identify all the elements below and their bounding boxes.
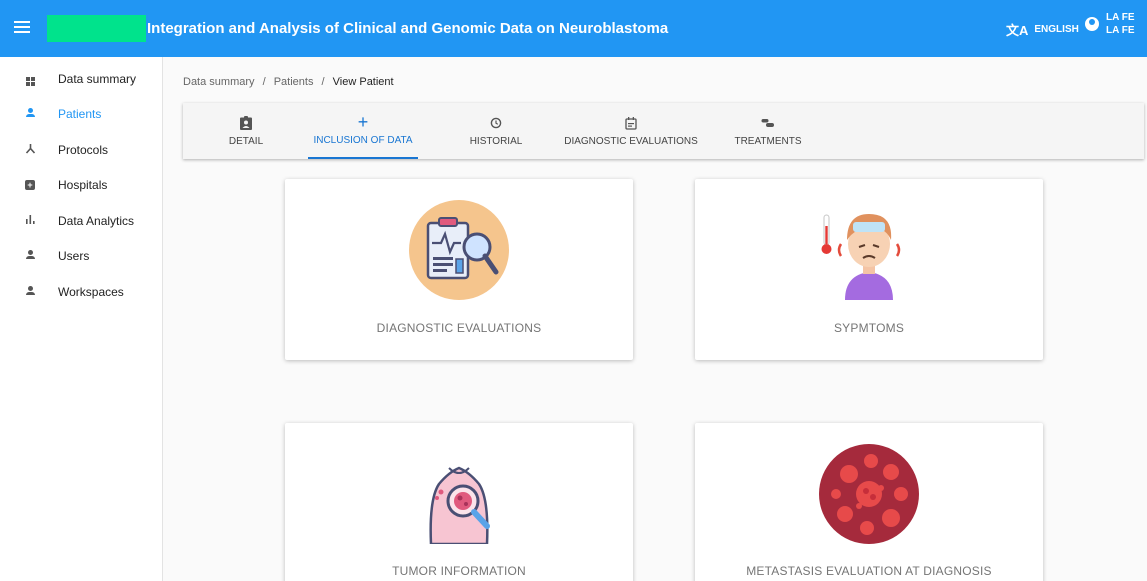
tab-label: HISTORIAL: [469, 136, 523, 147]
user-menu[interactable]: LA FE LA FE: [1085, 11, 1135, 37]
tab-diagnostic-evaluations[interactable]: DIAGNOSTIC EVALUATIONS: [561, 103, 701, 159]
tab-treatments[interactable]: TREATMENTS: [723, 103, 813, 159]
sidebar-item-patients[interactable]: Patients: [0, 97, 162, 133]
card-metastasis-evaluation[interactable]: METASTASIS EVALUATION AT DIAGNOSIS: [695, 423, 1043, 581]
person-icon: [23, 285, 37, 298]
app-logo: [47, 15, 146, 42]
person-icon: [23, 250, 37, 262]
card-title: DIAGNOSTIC EVALUATIONS: [376, 321, 542, 335]
sidebar-item-label: Patients: [58, 107, 102, 122]
translate-icon: 文A: [1006, 23, 1029, 38]
sidebar-item-hospitals[interactable]: + Hospitals: [0, 168, 162, 204]
breadcrumb-separator: /: [262, 76, 266, 88]
account-circle-icon: [1085, 17, 1099, 31]
clipboard-person-icon: [240, 115, 252, 131]
pills-icon: [761, 115, 775, 131]
person-icon: [23, 108, 37, 120]
body-tumor-icon: [429, 466, 490, 544]
sidebar-item-label: Protocols: [58, 142, 109, 157]
card-title: METASTASIS EVALUATION AT DIAGNOSIS: [746, 564, 992, 578]
calendar-icon: [625, 115, 637, 131]
card-diagnostic-evaluations[interactable]: DIAGNOSTIC EVALUATIONS: [285, 179, 633, 360]
sidebar-item-data-summary[interactable]: Data summary: [0, 61, 162, 97]
share-icon: [23, 143, 37, 157]
breadcrumb-current: View Patient: [332, 76, 394, 88]
sidebar-item-label: Hospitals: [58, 178, 108, 193]
user-names: LA FE LA FE: [1106, 11, 1135, 37]
sidebar-item-label: Data Analytics: [58, 213, 135, 228]
tab-label: INCLUSION OF DATA: [313, 135, 413, 146]
sidebar-item-label: Workspaces: [58, 284, 124, 299]
user-name-line2: LA FE: [1106, 25, 1135, 36]
sidebar-item-label: Data summary: [58, 71, 137, 86]
language-label: ENGLISH: [1034, 24, 1079, 35]
hamburger-menu-icon[interactable]: [12, 18, 32, 38]
card-title: TUMOR INFORMATION: [392, 564, 526, 578]
card-symptoms[interactable]: SYPMTOMS: [695, 179, 1043, 360]
patient-tabs: DETAIL + INCLUSION OF DATA HISTORIAL DIA…: [183, 103, 1144, 159]
top-app-bar: Integration and Analysis of Clinical and…: [0, 0, 1147, 57]
breadcrumb: Data summary / Patients / View Patient: [183, 76, 394, 88]
app-title: Integration and Analysis of Clinical and…: [147, 20, 669, 37]
breadcrumb-data-summary[interactable]: Data summary: [183, 76, 255, 88]
metastasis-cells-icon: [819, 444, 919, 544]
dashboard-icon: [23, 72, 37, 86]
breadcrumb-patients[interactable]: Patients: [274, 76, 314, 88]
bar-chart-icon: [23, 214, 37, 227]
card-title: SYPMTOMS: [833, 321, 905, 335]
sidebar: Data summary Patients Protocols + Hospit…: [0, 57, 163, 581]
tab-label: DETAIL: [228, 136, 264, 147]
card-tumor-information[interactable]: TUMOR INFORMATION: [285, 423, 633, 581]
sidebar-item-workspaces[interactable]: Workspaces: [0, 274, 162, 310]
user-name-line1: LA FE: [1106, 12, 1135, 23]
tab-detail[interactable]: DETAIL: [201, 103, 291, 159]
plus-icon: +: [357, 111, 369, 132]
hospital-icon: +: [23, 179, 37, 191]
sidebar-item-label: Users: [58, 249, 90, 264]
tab-historial[interactable]: HISTORIAL: [451, 103, 541, 159]
history-icon: [490, 115, 502, 131]
sidebar-item-data-analytics[interactable]: Data Analytics: [0, 203, 162, 239]
language-selector[interactable]: 文A ENGLISH: [1006, 20, 1079, 39]
tab-label: TREATMENTS: [734, 136, 802, 147]
sick-child-icon: [821, 214, 901, 300]
clipboard-magnifier-icon: [409, 200, 509, 300]
tab-inclusion-of-data[interactable]: + INCLUSION OF DATA: [308, 103, 418, 159]
sidebar-item-users[interactable]: Users: [0, 239, 162, 275]
breadcrumb-separator: /: [321, 76, 325, 88]
sidebar-item-protocols[interactable]: Protocols: [0, 132, 162, 168]
tab-label: DIAGNOSTIC EVALUATIONS: [564, 136, 698, 147]
